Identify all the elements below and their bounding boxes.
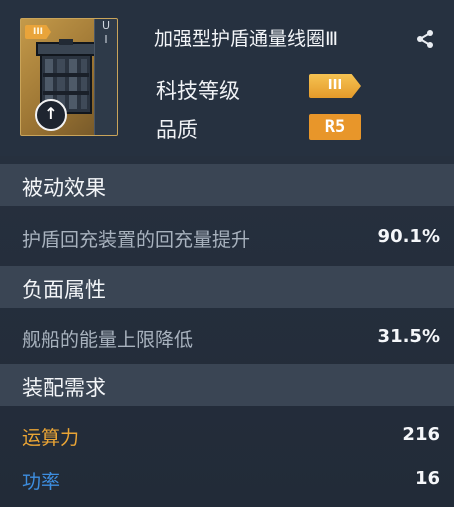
- negative-attribute-row: 舰船的能量上限降低 31.5%: [0, 314, 454, 360]
- requirements-header: 装配需求: [0, 364, 454, 406]
- compute-value: 216: [402, 424, 440, 445]
- passive-effect-title: 被动效果: [22, 176, 106, 200]
- strip-bottom-text: I: [104, 33, 108, 46]
- negative-attribute-label: 舰船的能量上限降低: [22, 329, 194, 351]
- compute-label: 运算力: [22, 427, 80, 449]
- negative-attribute-header: 负面属性: [0, 266, 454, 308]
- passive-effect-header: 被动效果: [0, 164, 454, 206]
- quality-badge: R5: [309, 114, 361, 140]
- negative-attribute-title: 负面属性: [22, 278, 106, 302]
- item-detail-card: III ↑ U I 加强型护盾通量线圈Ⅲ 科技等级 III 品质 R5 被动效果…: [0, 0, 454, 507]
- rank-tag: III: [25, 25, 51, 39]
- passive-effect-label: 护盾回充装置的回充量提升: [22, 229, 251, 251]
- item-side-strip: U I: [94, 19, 117, 135]
- strip-top-text: U: [101, 19, 111, 32]
- negative-attribute-value: 31.5%: [377, 326, 440, 347]
- item-header: III ↑ U I 加强型护盾通量线圈Ⅲ 科技等级 III 品质 R5: [0, 0, 454, 156]
- tech-level-label: 科技等级: [156, 79, 240, 103]
- upgrade-arrow-icon[interactable]: ↑: [35, 99, 67, 131]
- passive-effect-row: 护盾回充装置的回充量提升 90.1%: [0, 214, 454, 260]
- passive-effect-value: 90.1%: [377, 226, 440, 247]
- quality-label: 品质: [156, 118, 198, 142]
- power-row: 功率 16: [0, 456, 454, 502]
- share-icon[interactable]: [414, 28, 436, 50]
- item-title: 加强型护盾通量线圈Ⅲ: [154, 28, 339, 50]
- tech-level-badge: III: [309, 74, 361, 98]
- compute-row: 运算力 216: [0, 412, 454, 458]
- requirements-title: 装配需求: [22, 376, 106, 400]
- power-value: 16: [414, 468, 440, 489]
- item-icon[interactable]: III ↑ U I: [20, 18, 118, 136]
- power-label: 功率: [22, 471, 61, 493]
